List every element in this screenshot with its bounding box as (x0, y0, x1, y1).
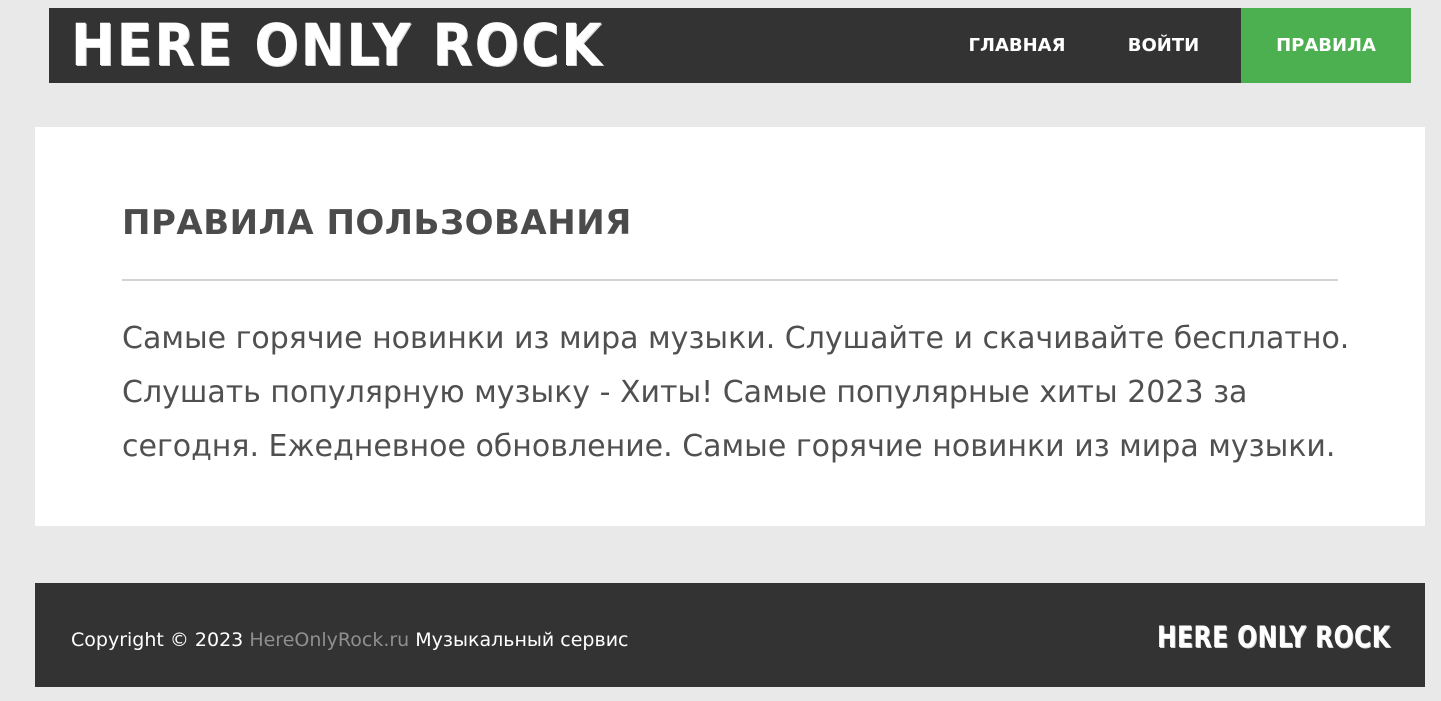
copyright-suffix: Музыкальный сервис (415, 629, 629, 651)
footer-logo[interactable]: HERE ONLY ROCK (1157, 613, 1390, 661)
nav-login-link[interactable]: ВОЙТИ (1086, 8, 1241, 83)
site-logo[interactable]: HERE ONLY ROCK (71, 10, 604, 81)
nav-home-link[interactable]: ГЛАВНАЯ (934, 8, 1086, 83)
copyright: Copyright © 2023 HereOnlyRock.ru Музыкал… (71, 629, 628, 651)
copyright-prefix: Copyright © 2023 (71, 629, 244, 651)
site-footer: Copyright © 2023 HereOnlyRock.ru Музыкал… (35, 583, 1425, 687)
page-title: ПРАВИЛА ПОЛЬЗОВАНИЯ (122, 203, 632, 243)
main-nav: ГЛАВНАЯ ВОЙТИ ПРАВИЛА (934, 8, 1411, 83)
site-header: HERE ONLY ROCK ГЛАВНАЯ ВОЙТИ ПРАВИЛА (49, 8, 1411, 83)
site-link[interactable]: HereOnlyRock.ru (249, 629, 409, 651)
nav-rules-link[interactable]: ПРАВИЛА (1241, 8, 1411, 83)
rules-text: Самые горячие новинки из мира музыки. Сл… (122, 321, 1350, 464)
rules-card: ПРАВИЛА ПОЛЬЗОВАНИЯ Самые горячие новинк… (35, 127, 1425, 526)
title-divider (122, 279, 1338, 281)
